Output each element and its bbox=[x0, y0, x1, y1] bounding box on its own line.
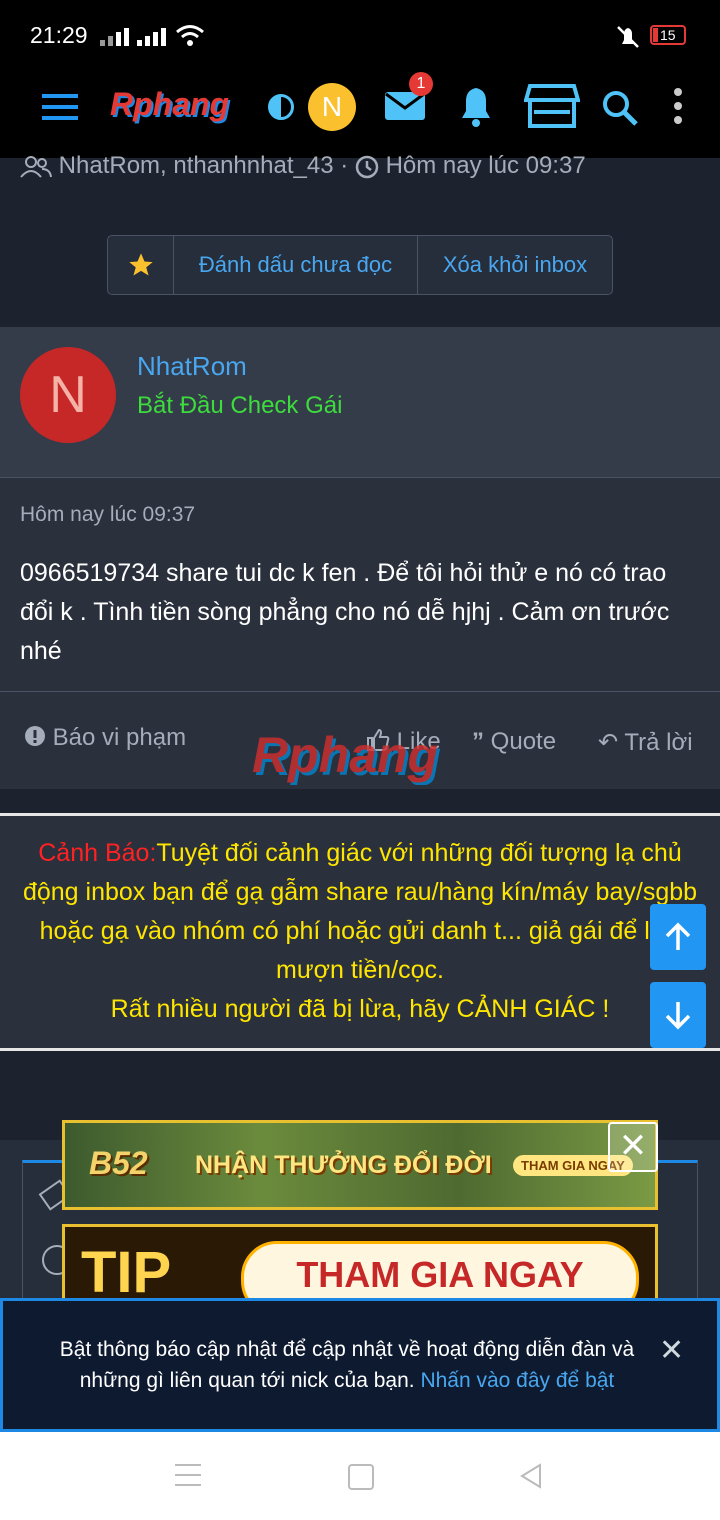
battery-icon: 15 bbox=[650, 25, 686, 45]
star-icon bbox=[128, 253, 153, 276]
user-avatar[interactable]: N bbox=[308, 83, 356, 131]
ad2-brand: TIP bbox=[81, 1240, 172, 1305]
theme-toggle-icon[interactable] bbox=[268, 94, 294, 120]
store-icon[interactable] bbox=[524, 82, 580, 130]
avatar-letter: N bbox=[321, 91, 343, 122]
report-label: Báo vi phạm bbox=[52, 724, 187, 751]
message-username[interactable]: NhatRom bbox=[137, 351, 247, 382]
status-bar: 21:29 15 bbox=[0, 0, 720, 72]
bell-icon[interactable] bbox=[456, 84, 496, 128]
battery-level: 15 bbox=[660, 27, 676, 43]
inbox-badge-count: 1 bbox=[416, 75, 426, 92]
arrow-up-icon bbox=[665, 922, 691, 950]
signal-icon bbox=[100, 28, 132, 46]
star-button[interactable] bbox=[108, 236, 174, 294]
gap-strip bbox=[0, 790, 720, 810]
notification-link[interactable]: Nhấn vào đây để bật bbox=[420, 1369, 614, 1392]
recent-apps-icon[interactable] bbox=[175, 1464, 201, 1486]
top-nav: Rphang N 1 bbox=[0, 72, 720, 158]
report-button[interactable]: Báo vi phạm bbox=[24, 724, 186, 752]
ad1-text: NHẬN THƯỞNG ĐỔI ĐỜI bbox=[195, 1151, 492, 1179]
thread-time: Hôm nay lúc 09:37 bbox=[385, 152, 586, 179]
search-icon[interactable] bbox=[600, 88, 640, 128]
thread-meta: NhatRom, nthanhnhat_43 · Hôm nay lúc 09:… bbox=[20, 152, 586, 180]
ad-banner-2[interactable]: TIP THAM GIA NGAY bbox=[62, 1224, 658, 1317]
meta-separator: · bbox=[340, 152, 349, 179]
hamburger-menu-icon[interactable] bbox=[42, 94, 78, 120]
participants: NhatRom, nthanhnhat_43 bbox=[58, 152, 334, 179]
thread-actions: Đánh dấu chưa đọc Xóa khỏi inbox bbox=[107, 235, 613, 295]
scroll-down-button[interactable] bbox=[650, 982, 706, 1048]
quote-label: Quote bbox=[490, 728, 557, 755]
site-logo[interactable]: Rphang bbox=[110, 86, 229, 123]
quote-icon: ” bbox=[472, 728, 484, 755]
message-avatar[interactable]: N bbox=[20, 347, 116, 443]
message-user-title: Bắt Đầu Check Gái bbox=[137, 392, 343, 419]
reply-button[interactable]: ↶ Trả lời bbox=[598, 728, 693, 757]
close-icon: ✕ bbox=[618, 1127, 648, 1165]
alert-icon bbox=[25, 726, 45, 746]
reply-label: Trả lời bbox=[624, 729, 693, 756]
message-avatar-letter: N bbox=[49, 366, 87, 424]
remove-inbox-button[interactable]: Xóa khỏi inbox bbox=[418, 236, 612, 294]
home-icon[interactable] bbox=[348, 1464, 374, 1490]
warning-label: Cảnh Báo: bbox=[38, 839, 157, 867]
warning-box: Cảnh Báo:Tuyệt đối cảnh giác với những đ… bbox=[0, 813, 720, 1051]
ad-banner-1[interactable]: B52 NHẬN THƯỞNG ĐỔI ĐỜI THAM GIA NGAY bbox=[62, 1120, 658, 1210]
more-options-icon[interactable] bbox=[674, 88, 682, 128]
notification-close-icon[interactable]: ✕ bbox=[659, 1335, 684, 1366]
message-date: Hôm nay lúc 09:37 bbox=[20, 503, 196, 526]
watermark-logo: Rphang bbox=[252, 727, 439, 783]
reply-icon: ↶ bbox=[598, 729, 619, 756]
back-icon[interactable] bbox=[518, 1462, 544, 1490]
inbox-badge: 1 bbox=[409, 72, 433, 96]
status-time: 21:29 bbox=[30, 22, 88, 48]
ad1-brand: B52 bbox=[89, 1145, 148, 1181]
mute-icon bbox=[617, 26, 639, 48]
wifi-icon bbox=[176, 25, 204, 46]
mark-unread-button[interactable]: Đánh dấu chưa đọc bbox=[174, 236, 418, 294]
signal-icon-2 bbox=[137, 28, 169, 46]
ad2-cta: THAM GIA NGAY bbox=[296, 1254, 584, 1295]
scroll-up-button[interactable] bbox=[650, 904, 706, 970]
warning-line2: Rất nhiều người đã bị lừa, hãy CẢNH GIÁC… bbox=[110, 995, 610, 1023]
message-divider bbox=[0, 691, 720, 692]
arrow-down-icon bbox=[665, 1002, 691, 1030]
ad-close-button[interactable]: ✕ bbox=[608, 1122, 658, 1172]
system-nav-bar bbox=[0, 1432, 720, 1520]
message-body: 0966519734 share tui dc k fen . Để tôi h… bbox=[20, 559, 670, 665]
users-icon bbox=[20, 155, 52, 178]
clock-icon bbox=[355, 155, 379, 178]
notification-banner: Bật thông báo cập nhật để cập nhật về ho… bbox=[0, 1298, 720, 1432]
quote-button[interactable]: ” Quote bbox=[472, 728, 556, 756]
